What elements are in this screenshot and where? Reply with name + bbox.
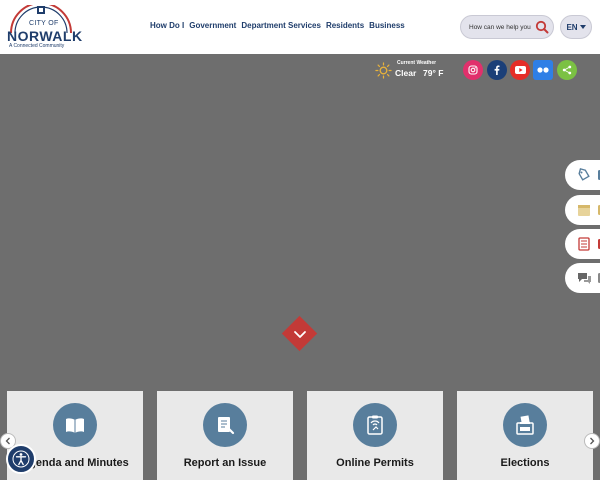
weather-condition: Clear xyxy=(395,68,417,78)
card-report-issue[interactable]: Report an Issue xyxy=(157,391,293,480)
card-online-permits[interactable]: Online Permits xyxy=(307,391,443,480)
calendar-icon xyxy=(578,205,590,216)
flickr-icon xyxy=(537,67,549,73)
card-label: Online Permits xyxy=(336,457,414,469)
card-icon-circle xyxy=(203,403,247,447)
logo-tagline: A Connected Community xyxy=(9,43,65,49)
nav-department-services[interactable]: Department Services xyxy=(241,21,321,30)
newspaper-icon xyxy=(578,237,590,251)
side-tab-calendar[interactable] xyxy=(565,195,600,225)
card-elections[interactable]: Elections xyxy=(457,391,593,480)
carousel-next-button[interactable] xyxy=(584,433,600,449)
side-tab-newspaper[interactable] xyxy=(565,229,600,259)
sun-icon xyxy=(375,62,392,79)
caret-down-icon xyxy=(579,25,586,29)
card-icon-circle xyxy=(353,403,397,447)
facebook-link[interactable] xyxy=(487,60,507,80)
main-nav: How Do I Government Department Services … xyxy=(150,21,405,30)
report-icon xyxy=(218,417,235,435)
weather-widget: Current Weather Clear 79° F xyxy=(375,60,455,82)
logo-name: NORWALK xyxy=(7,28,83,44)
search-box xyxy=(460,15,554,39)
search-icon[interactable] xyxy=(535,20,549,34)
side-tab-tag[interactable] xyxy=(565,160,600,190)
flickr-link[interactable] xyxy=(533,60,553,80)
chevron-left-icon xyxy=(5,437,10,445)
youtube-icon xyxy=(514,66,526,74)
card-icon-circle xyxy=(53,403,97,447)
youtube-link[interactable] xyxy=(510,60,530,80)
accessibility-icon xyxy=(12,450,30,468)
nav-government[interactable]: Government xyxy=(189,21,236,30)
share-icon xyxy=(562,65,572,75)
search-input[interactable] xyxy=(469,21,539,34)
facebook-icon xyxy=(494,65,500,75)
instagram-link[interactable] xyxy=(463,60,483,80)
ballot-box-icon xyxy=(516,415,534,435)
tag-icon xyxy=(578,168,590,181)
site-header: CITY OF NORWALK A Connected Community Ho… xyxy=(0,0,600,54)
instagram-icon xyxy=(468,65,478,75)
city-logo[interactable]: CITY OF NORWALK A Connected Community xyxy=(5,5,82,49)
card-label: Report an Issue xyxy=(183,457,267,469)
book-icon xyxy=(66,418,84,433)
nav-residents[interactable]: Residents xyxy=(326,21,364,30)
chat-icon xyxy=(578,273,591,284)
accessibility-button[interactable] xyxy=(6,444,36,474)
weather-temperature: 79° F xyxy=(423,68,444,78)
permit-icon xyxy=(367,415,383,435)
nav-business[interactable]: Business xyxy=(369,21,405,30)
chevron-right-icon xyxy=(590,437,595,445)
logo-small-text: CITY OF xyxy=(29,20,59,27)
share-link[interactable] xyxy=(557,60,577,80)
chevron-down-icon[interactable] xyxy=(292,326,308,342)
card-label: Elections xyxy=(500,457,550,469)
side-tab-chat[interactable] xyxy=(565,263,600,293)
nav-how-do-i[interactable]: How Do I xyxy=(150,21,184,30)
language-label: EN xyxy=(566,22,578,32)
language-selector[interactable]: EN xyxy=(560,15,592,39)
weather-title: Current Weather xyxy=(397,60,437,66)
card-icon-circle xyxy=(503,403,547,447)
